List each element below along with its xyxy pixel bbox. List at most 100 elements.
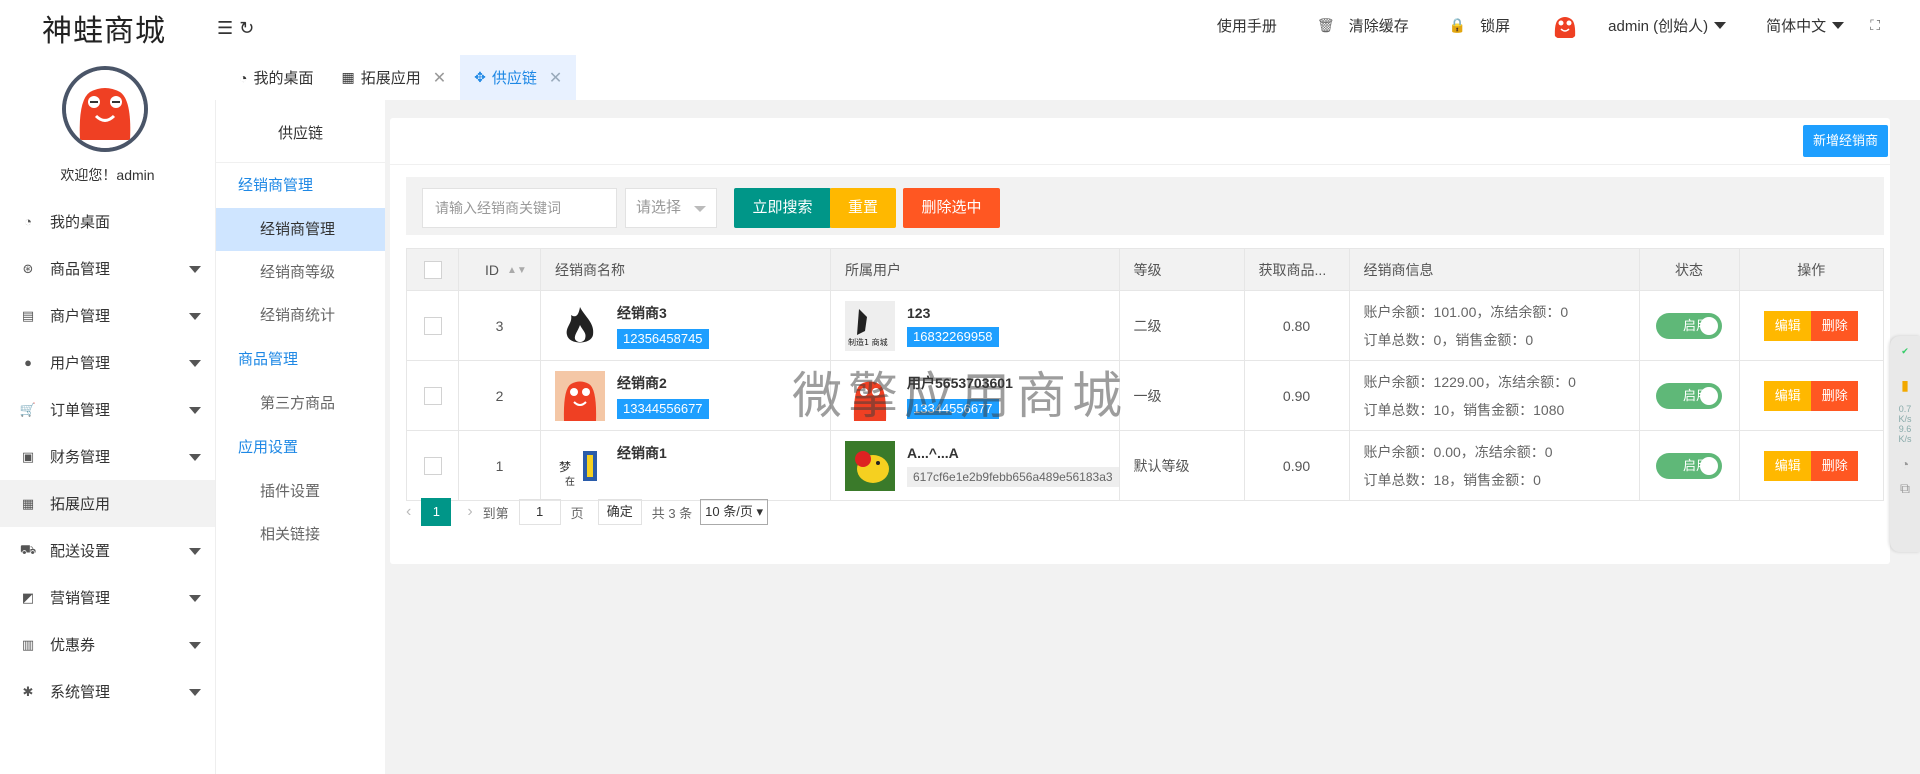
cart-icon: 🛒	[19, 401, 37, 417]
chevron-down-icon	[189, 313, 201, 320]
row-checkbox[interactable]	[423, 386, 442, 405]
chevron-down-icon	[189, 407, 201, 414]
delete-selected-button[interactable]: 删除选中	[903, 188, 1000, 228]
collapse-menu-icon[interactable]: ☰	[217, 18, 233, 39]
toggle-knob	[1700, 386, 1719, 405]
fullscreen-button[interactable]: ⛶	[1870, 17, 1880, 34]
dealer-thumbnail: 梦在	[555, 440, 605, 491]
apps-icon: ▦	[341, 69, 355, 85]
page-unit: 页	[570, 505, 584, 521]
dealer-name: 经销商1	[617, 444, 667, 461]
submenu-item-1-0[interactable]: 第三方商品	[216, 382, 385, 425]
chevron-down-icon	[189, 360, 201, 367]
row-status: 启用	[1638, 360, 1740, 431]
page-size-select[interactable]: 10 条/页 ▾	[700, 499, 768, 525]
status-toggle[interactable]: 启用	[1656, 382, 1723, 409]
tab-1[interactable]: ▦ 拓展应用 ✕	[327, 55, 460, 100]
close-icon[interactable]: ✕	[549, 68, 562, 88]
sidebar-item-10[interactable]: ✱ 系统管理	[0, 668, 215, 715]
header-avatar[interactable]	[1550, 10, 1581, 40]
avatar[interactable]	[62, 66, 148, 152]
refresh-icon[interactable]: ↻	[239, 18, 254, 39]
edit-button[interactable]: 编辑	[1764, 450, 1812, 481]
speed-icon[interactable]: ◔	[1890, 456, 1920, 472]
user-name: A...^...A	[907, 444, 959, 461]
manual-link[interactable]: 使用手册	[1217, 15, 1277, 36]
sidebar-item-6[interactable]: ▦ 拓展应用	[0, 480, 215, 527]
sidebar-item-4[interactable]: 🛒 订单管理	[0, 386, 215, 433]
user-menu[interactable]: admin (创始人)	[1608, 15, 1727, 36]
close-icon[interactable]: ✕	[433, 68, 446, 88]
sidebar-item-1[interactable]: ⊛ 商品管理	[0, 245, 215, 292]
coupon-icon: ▥	[21, 636, 35, 652]
sidebar-item-9[interactable]: ▥ 优惠券	[0, 621, 215, 668]
row-level: 一级	[1118, 360, 1245, 431]
sidebar-item-7[interactable]: ⛟ 配送设置	[0, 527, 215, 574]
tab-0[interactable]: ◔ 我的桌面	[225, 55, 327, 100]
lock-screen-button[interactable]: 🔒 锁屏	[1449, 15, 1510, 36]
total-count: 共 3 条	[651, 505, 693, 521]
language-select[interactable]: 简体中文	[1766, 15, 1845, 36]
submenu-item-2-1[interactable]: 相关链接	[216, 513, 385, 556]
next-page-icon[interactable]: ›	[467, 503, 472, 521]
page-1-button[interactable]: 1	[421, 498, 452, 526]
edit-button[interactable]: 编辑	[1764, 310, 1812, 341]
status-toggle[interactable]: 启用	[1656, 452, 1723, 479]
search-input[interactable]: 请输入经销商关键词	[422, 188, 617, 228]
col-name: 经销商名称	[540, 248, 831, 291]
sidebar-item-2[interactable]: ▤ 商户管理	[0, 292, 215, 339]
shield-icon[interactable]: ✔	[1890, 346, 1920, 357]
dealer-thumbnail	[555, 370, 605, 421]
row-level: 二级	[1118, 290, 1245, 361]
submenu-item-2-0[interactable]: 插件设置	[216, 470, 385, 513]
delete-button[interactable]: 删除	[1811, 380, 1859, 411]
sidebar-item-8[interactable]: ◩ 营销管理	[0, 574, 215, 621]
page-input[interactable]: 1	[518, 499, 561, 525]
col-id[interactable]: ID ▲▼	[458, 248, 541, 291]
manual-label: 使用手册	[1216, 17, 1277, 35]
clear-cache-button[interactable]: 🗑 清除缓存	[1317, 15, 1409, 36]
prev-page-icon[interactable]: ‹	[406, 503, 411, 521]
user-thumbnail	[845, 370, 895, 421]
submenu-group-0[interactable]: 经销商管理	[216, 163, 385, 208]
svg-text:梦: 梦	[559, 460, 571, 474]
submenu-group-2[interactable]: 应用设置	[216, 425, 385, 470]
sidebar-item-5[interactable]: ▣ 财务管理	[0, 433, 215, 480]
status-toggle[interactable]: 启用	[1656, 312, 1723, 339]
row-info: 账户余额：0.00，冻结余额：0 订单总数：18，销售金额：0	[1348, 430, 1640, 501]
tab-2[interactable]: ✥ 供应链 ✕	[460, 55, 577, 100]
download-speed-unit: K/s	[1898, 434, 1912, 444]
level-select[interactable]: 请选择	[625, 188, 717, 228]
sidebar-item-3[interactable]: ● 用户管理	[0, 339, 215, 386]
row-rate: 0.90	[1243, 430, 1350, 501]
search-button[interactable]: 立即搜索	[734, 188, 831, 228]
select-all-checkbox[interactable]	[423, 260, 442, 279]
submenu-item-0-0[interactable]: 经销商管理	[216, 208, 385, 251]
welcome-text: 欢迎您！admin	[60, 167, 155, 183]
goto-confirm-button[interactable]: 确定	[597, 499, 642, 525]
sort-icon[interactable]: ▲▼	[507, 265, 527, 276]
row-checkbox[interactable]	[423, 456, 442, 475]
trash-icon: 🗑	[1316, 16, 1335, 33]
row-actions: 编辑 删除	[1738, 360, 1885, 431]
delete-button[interactable]: 删除	[1811, 310, 1859, 341]
tab-label: 拓展应用	[360, 70, 421, 87]
sidebar-item-label: 用户管理	[50, 355, 111, 372]
app-logo[interactable]: 神蛙商城	[42, 6, 166, 50]
add-dealer-button[interactable]: 新增经销商	[1802, 125, 1888, 157]
dashboard-icon: ◔	[24, 214, 32, 229]
delete-button[interactable]: 删除	[1811, 450, 1859, 481]
screenshot-icon[interactable]: ⧉	[1890, 480, 1920, 497]
submenu-item-0-2[interactable]: 经销商统计	[216, 294, 385, 337]
tab-bar: ◔ 我的桌面 ▦ 拓展应用 ✕ ✥ 供应链 ✕	[215, 55, 1920, 100]
sidebar-item-label: 商品管理	[50, 261, 111, 278]
edit-button[interactable]: 编辑	[1764, 380, 1812, 411]
reset-button[interactable]: 重置	[830, 188, 896, 228]
row-status: 启用	[1638, 430, 1740, 501]
row-checkbox[interactable]	[423, 316, 442, 335]
sidebar-item-0[interactable]: ◔ 我的桌面	[0, 198, 215, 245]
submenu-item-0-1[interactable]: 经销商等级	[216, 251, 385, 294]
sidebar-nav: ◔ 我的桌面 ⊛ 商品管理 ▤ 商户管理 ● 用户管理 🛒 订单管理 ▣ 财务管理 ▦ 拓展应用 ⛟ 配送设置…	[0, 198, 215, 715]
language-label: 简体中文	[1766, 17, 1827, 35]
submenu-group-1[interactable]: 商品管理	[216, 337, 385, 382]
